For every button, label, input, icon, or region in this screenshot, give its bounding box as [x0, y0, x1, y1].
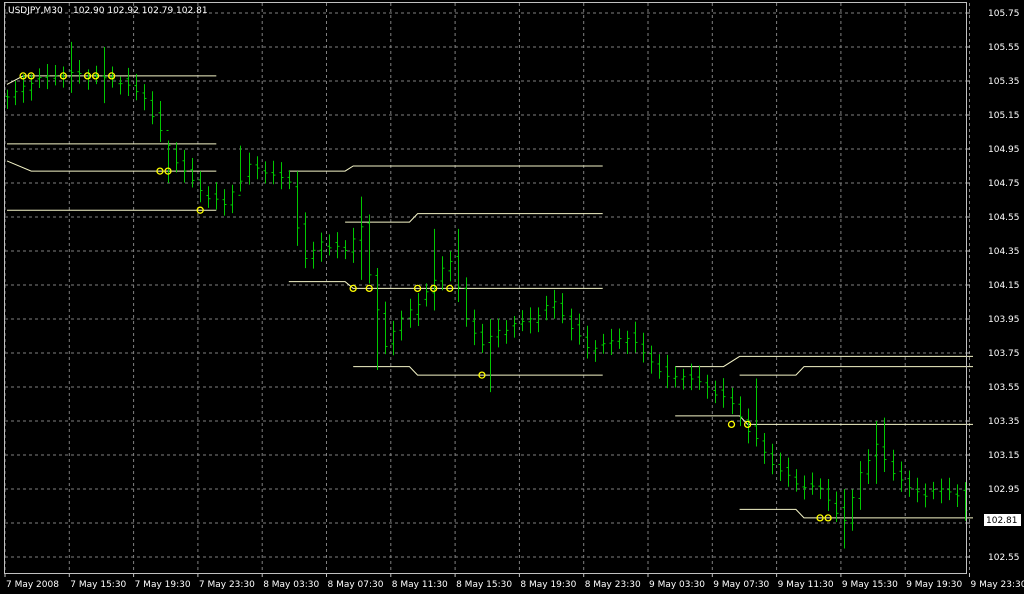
y-tick-label: 105.55: [988, 43, 1020, 53]
y-tick-label: 102.95: [988, 485, 1020, 495]
current-price-tag-text: 102.81: [986, 516, 1018, 526]
price-chart[interactable]: 105.75 105.55 105.35 105.15 104.95 104.75 104.…: [0, 0, 1024, 594]
x-tick-label: 9 May 11:30: [778, 580, 834, 590]
x-tick-label: 7 May 2008: [6, 580, 59, 590]
y-tick-label: 105.35: [988, 77, 1020, 87]
y-tick-label: 104.35: [988, 247, 1020, 257]
y-tick-label: 104.75: [988, 179, 1020, 189]
x-tick-label: 9 May 19:30: [906, 580, 962, 590]
y-tick-label: 103.15: [988, 451, 1020, 461]
y-tick-label: 103.55: [988, 383, 1020, 393]
x-tick-label: 7 May 23:30: [199, 580, 255, 590]
x-tick-label: 8 May 03:30: [263, 580, 319, 590]
x-tick-label: 9 May 03:30: [649, 580, 705, 590]
x-tick-label: 7 May 15:30: [70, 580, 126, 590]
x-tick-label: 8 May 19:30: [520, 580, 576, 590]
x-tick-label: 8 May 23:30: [585, 580, 641, 590]
chart-background: [0, 0, 1024, 594]
x-tick-label: 9 May 23:30: [971, 580, 1024, 590]
x-tick-label: 9 May 07:30: [713, 580, 769, 590]
ohlc-readout: 102.90 102.92 102.79 102.81: [73, 6, 208, 16]
y-tick-label: 103.95: [988, 315, 1020, 325]
chart-window[interactable]: 105.75 105.55 105.35 105.15 104.95 104.75 104.…: [0, 0, 1024, 594]
x-tick-label: 8 May 15:30: [456, 580, 512, 590]
y-tick-label: 104.55: [988, 213, 1020, 223]
y-tick-label: 104.95: [988, 145, 1020, 155]
x-tick-label: 8 May 11:30: [392, 580, 448, 590]
y-tick-label: 104.15: [988, 281, 1020, 291]
x-tick-label: 8 May 07:30: [328, 580, 384, 590]
current-price-tag: 102.81: [984, 514, 1021, 526]
x-tick-label: 7 May 19:30: [135, 580, 191, 590]
y-tick-label: 105.75: [988, 9, 1020, 19]
y-tick-label: 105.15: [988, 111, 1020, 121]
symbol-label: USDJPY,M30: [8, 6, 63, 16]
y-tick-label: 102.55: [988, 553, 1020, 563]
y-tick-label: 103.75: [988, 349, 1020, 359]
x-tick-label: 9 May 15:30: [842, 580, 898, 590]
y-tick-label: 103.35: [988, 417, 1020, 427]
